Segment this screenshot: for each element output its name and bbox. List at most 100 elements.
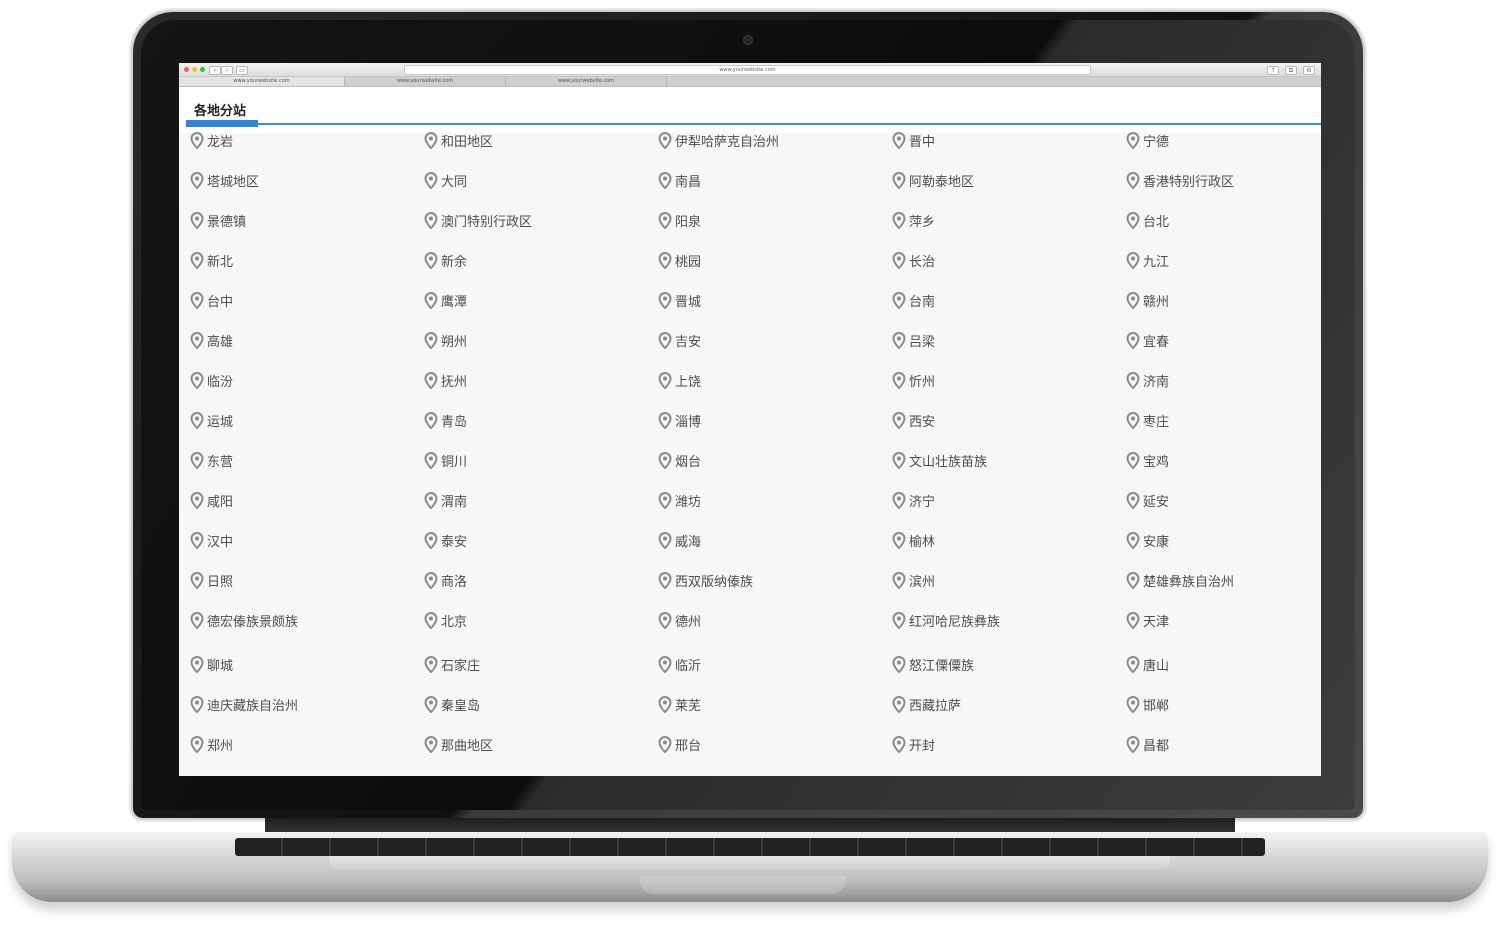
address-bar[interactable]: www.yourwebsite.com <box>404 65 1091 75</box>
city-link[interactable]: 石家庄 <box>424 655 480 674</box>
city-link[interactable]: 滨州 <box>892 571 935 590</box>
city-link[interactable]: 枣庄 <box>1126 411 1169 430</box>
city-link[interactable]: 运城 <box>190 411 233 430</box>
city-link[interactable]: 宝鸡 <box>1126 451 1169 470</box>
browser-tab[interactable]: www.yourwebsite.com <box>506 77 667 86</box>
city-link[interactable]: 铜川 <box>424 451 467 470</box>
city-link[interactable]: 德州 <box>658 611 701 630</box>
city-link[interactable]: 大同 <box>424 171 468 190</box>
settings-gear-icon[interactable]: ⚙ <box>1303 66 1315 75</box>
city-link[interactable]: 莱芜 <box>658 695 701 714</box>
city-link[interactable]: 秦皇岛 <box>424 695 480 714</box>
forward-button[interactable]: › <box>221 66 233 75</box>
city-link[interactable]: 吉安 <box>658 331 701 350</box>
city-link[interactable]: 台中 <box>190 291 233 310</box>
city-name: 宜春 <box>1143 334 1170 350</box>
webcam-icon <box>743 35 753 45</box>
city-link[interactable]: 威海 <box>658 531 701 550</box>
city-link[interactable]: 吕梁 <box>892 331 935 350</box>
city-link[interactable]: 香港特别行政区 <box>1126 171 1234 190</box>
sidebar-toggle-icon[interactable]: ▭ <box>236 66 248 75</box>
city-name: 大同 <box>441 174 468 190</box>
city-link[interactable]: 东营 <box>190 451 233 470</box>
tabs-overview-icon[interactable]: ⧉ <box>1285 66 1297 75</box>
city-link[interactable]: 那曲地区 <box>424 735 493 754</box>
back-button[interactable]: ‹ <box>209 66 221 75</box>
city-link[interactable]: 龙岩 <box>190 131 233 150</box>
city-link[interactable]: 文山壮族苗族 <box>892 451 987 470</box>
city-link[interactable]: 阿勒泰地区 <box>892 171 974 190</box>
city-link[interactable]: 临汾 <box>190 371 233 390</box>
city-link[interactable]: 德宏傣族景颇族 <box>190 611 298 630</box>
city-link[interactable]: 高雄 <box>190 331 233 350</box>
city-link[interactable]: 渭南 <box>424 491 467 510</box>
city-link[interactable]: 北京 <box>424 611 467 630</box>
city-link[interactable]: 长治 <box>892 251 935 270</box>
city-link[interactable]: 九江 <box>1126 251 1169 270</box>
city-link[interactable]: 烟台 <box>658 451 701 470</box>
city-link[interactable]: 郑州 <box>190 735 233 754</box>
city-link[interactable]: 宁德 <box>1126 131 1169 150</box>
city-link[interactable]: 鹰潭 <box>424 291 467 310</box>
city-link[interactable]: 红河哈尼族彝族 <box>892 611 1000 630</box>
city-link[interactable]: 怒江傈僳族 <box>892 655 974 674</box>
city-link[interactable]: 淄博 <box>658 411 701 430</box>
city-link[interactable]: 新余 <box>424 251 467 270</box>
city-link[interactable]: 聊城 <box>190 655 233 674</box>
city-link[interactable]: 台南 <box>892 291 935 310</box>
minimize-window-button[interactable] <box>192 67 197 72</box>
city-link[interactable]: 新北 <box>190 251 233 270</box>
city-link[interactable]: 迪庆藏族自治州 <box>190 695 298 714</box>
city-link[interactable]: 上饶 <box>658 371 701 390</box>
city-link[interactable]: 西藏拉萨 <box>892 695 961 714</box>
city-link[interactable]: 天津 <box>1126 611 1169 630</box>
city-link[interactable]: 西安 <box>892 411 935 430</box>
city-link[interactable]: 日照 <box>190 571 233 590</box>
city-link[interactable]: 澳门特别行政区 <box>424 211 532 230</box>
city-link[interactable]: 商洛 <box>424 571 467 590</box>
location-pin-icon <box>190 531 204 549</box>
city-link[interactable]: 汉中 <box>190 531 233 550</box>
browser-tab[interactable]: www.yourwebsite.com <box>179 77 345 86</box>
city-link[interactable]: 宜春 <box>1126 331 1170 350</box>
close-window-button[interactable] <box>184 67 189 72</box>
maximize-window-button[interactable] <box>200 67 205 72</box>
city-name: 忻州 <box>909 374 936 390</box>
city-link[interactable]: 临沂 <box>658 655 701 674</box>
city-link[interactable]: 萍乡 <box>892 211 935 230</box>
city-link[interactable]: 榆林 <box>892 531 935 550</box>
city-link[interactable]: 潍坊 <box>658 491 701 510</box>
city-link[interactable]: 伊犁哈萨克自治州 <box>658 131 779 150</box>
city-link[interactable]: 邢台 <box>658 735 701 754</box>
city-link[interactable]: 昌都 <box>1126 735 1169 754</box>
city-link[interactable]: 塔城地区 <box>190 171 259 190</box>
city-link[interactable]: 西双版纳傣族 <box>658 571 753 590</box>
city-link[interactable]: 晋中 <box>892 131 935 150</box>
city-link[interactable]: 济宁 <box>892 491 935 510</box>
city-link[interactable]: 济南 <box>1126 371 1169 390</box>
city-link[interactable]: 景德镇 <box>190 211 246 230</box>
city-link[interactable]: 青岛 <box>424 411 467 430</box>
city-link[interactable]: 晋城 <box>658 291 702 310</box>
city-link[interactable]: 桃园 <box>658 251 701 270</box>
city-link[interactable]: 和田地区 <box>424 131 493 150</box>
city-link[interactable]: 唐山 <box>1126 655 1169 674</box>
city-link[interactable]: 泰安 <box>424 531 467 550</box>
city-link[interactable]: 阳泉 <box>658 211 701 230</box>
share-icon[interactable]: ↑ <box>1267 66 1279 75</box>
location-pin-icon <box>424 611 438 629</box>
city-link[interactable]: 抚州 <box>424 371 467 390</box>
city-link[interactable]: 忻州 <box>892 371 936 390</box>
city-link[interactable]: 楚雄彝族自治州 <box>1126 571 1234 590</box>
city-link[interactable]: 邯郸 <box>1126 695 1169 714</box>
city-link[interactable]: 朔州 <box>424 331 467 350</box>
city-link[interactable]: 咸阳 <box>190 491 233 510</box>
city-link[interactable]: 南昌 <box>658 171 701 190</box>
city-link[interactable]: 延安 <box>1126 491 1169 510</box>
browser-tab[interactable]: www.yourwebsite.com <box>345 77 506 86</box>
city-name: 晋城 <box>675 294 702 310</box>
city-link[interactable]: 赣州 <box>1126 291 1169 310</box>
city-link[interactable]: 开封 <box>892 735 935 754</box>
city-link[interactable]: 台北 <box>1126 211 1169 230</box>
city-link[interactable]: 安康 <box>1126 531 1169 550</box>
